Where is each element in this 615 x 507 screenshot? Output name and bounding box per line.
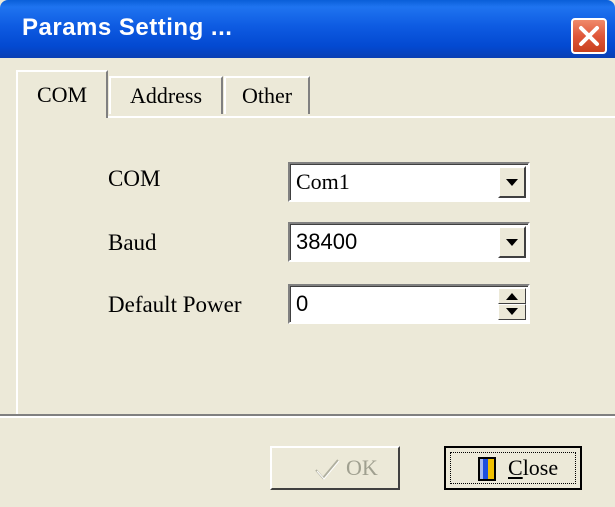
spin-up-button[interactable]: [498, 288, 526, 304]
tab-com[interactable]: COM: [16, 70, 108, 118]
baud-dropdown-button[interactable]: [498, 226, 526, 258]
com-value: Com1: [296, 169, 350, 194]
tab-address[interactable]: Address: [109, 76, 223, 114]
com-dropdown-button[interactable]: [498, 166, 526, 198]
default-power-spinner[interactable]: 0: [288, 284, 530, 324]
tab-panel: [16, 116, 615, 416]
spin-down-button[interactable]: [498, 304, 526, 320]
baud-label: Baud: [108, 230, 157, 255]
checkmark-icon: [315, 459, 340, 480]
default-power-label: Default Power: [108, 292, 242, 317]
tab-label: COM: [36, 82, 88, 107]
window-close-button[interactable]: [571, 18, 607, 54]
baud-value: 38400: [296, 229, 358, 254]
tab-label: Address: [129, 83, 203, 108]
com-label: COM: [108, 166, 161, 191]
arrow-down-icon: [506, 308, 518, 315]
close-button[interactable]: Close: [444, 446, 582, 490]
window-title: Params Setting ...: [22, 14, 233, 41]
default-power-value: 0: [296, 291, 309, 316]
separator-highlight: [0, 416, 615, 418]
door-icon: [478, 457, 496, 481]
ok-label: OK: [346, 455, 378, 480]
ok-button[interactable]: OK: [270, 446, 400, 490]
params-dialog: Params Setting ... COM Address Other COM…: [0, 0, 615, 507]
close-icon: [579, 26, 599, 46]
chevron-down-icon: [506, 179, 518, 186]
baud-select[interactable]: 38400: [288, 222, 530, 262]
com-select[interactable]: Com1: [288, 162, 530, 202]
arrow-up-icon: [506, 293, 518, 300]
title-bar[interactable]: Params Setting ...: [0, 0, 615, 58]
tab-label: Other: [241, 83, 293, 108]
tab-other[interactable]: Other: [224, 76, 310, 114]
close-label: Close: [508, 455, 559, 480]
chevron-down-icon: [506, 239, 518, 246]
